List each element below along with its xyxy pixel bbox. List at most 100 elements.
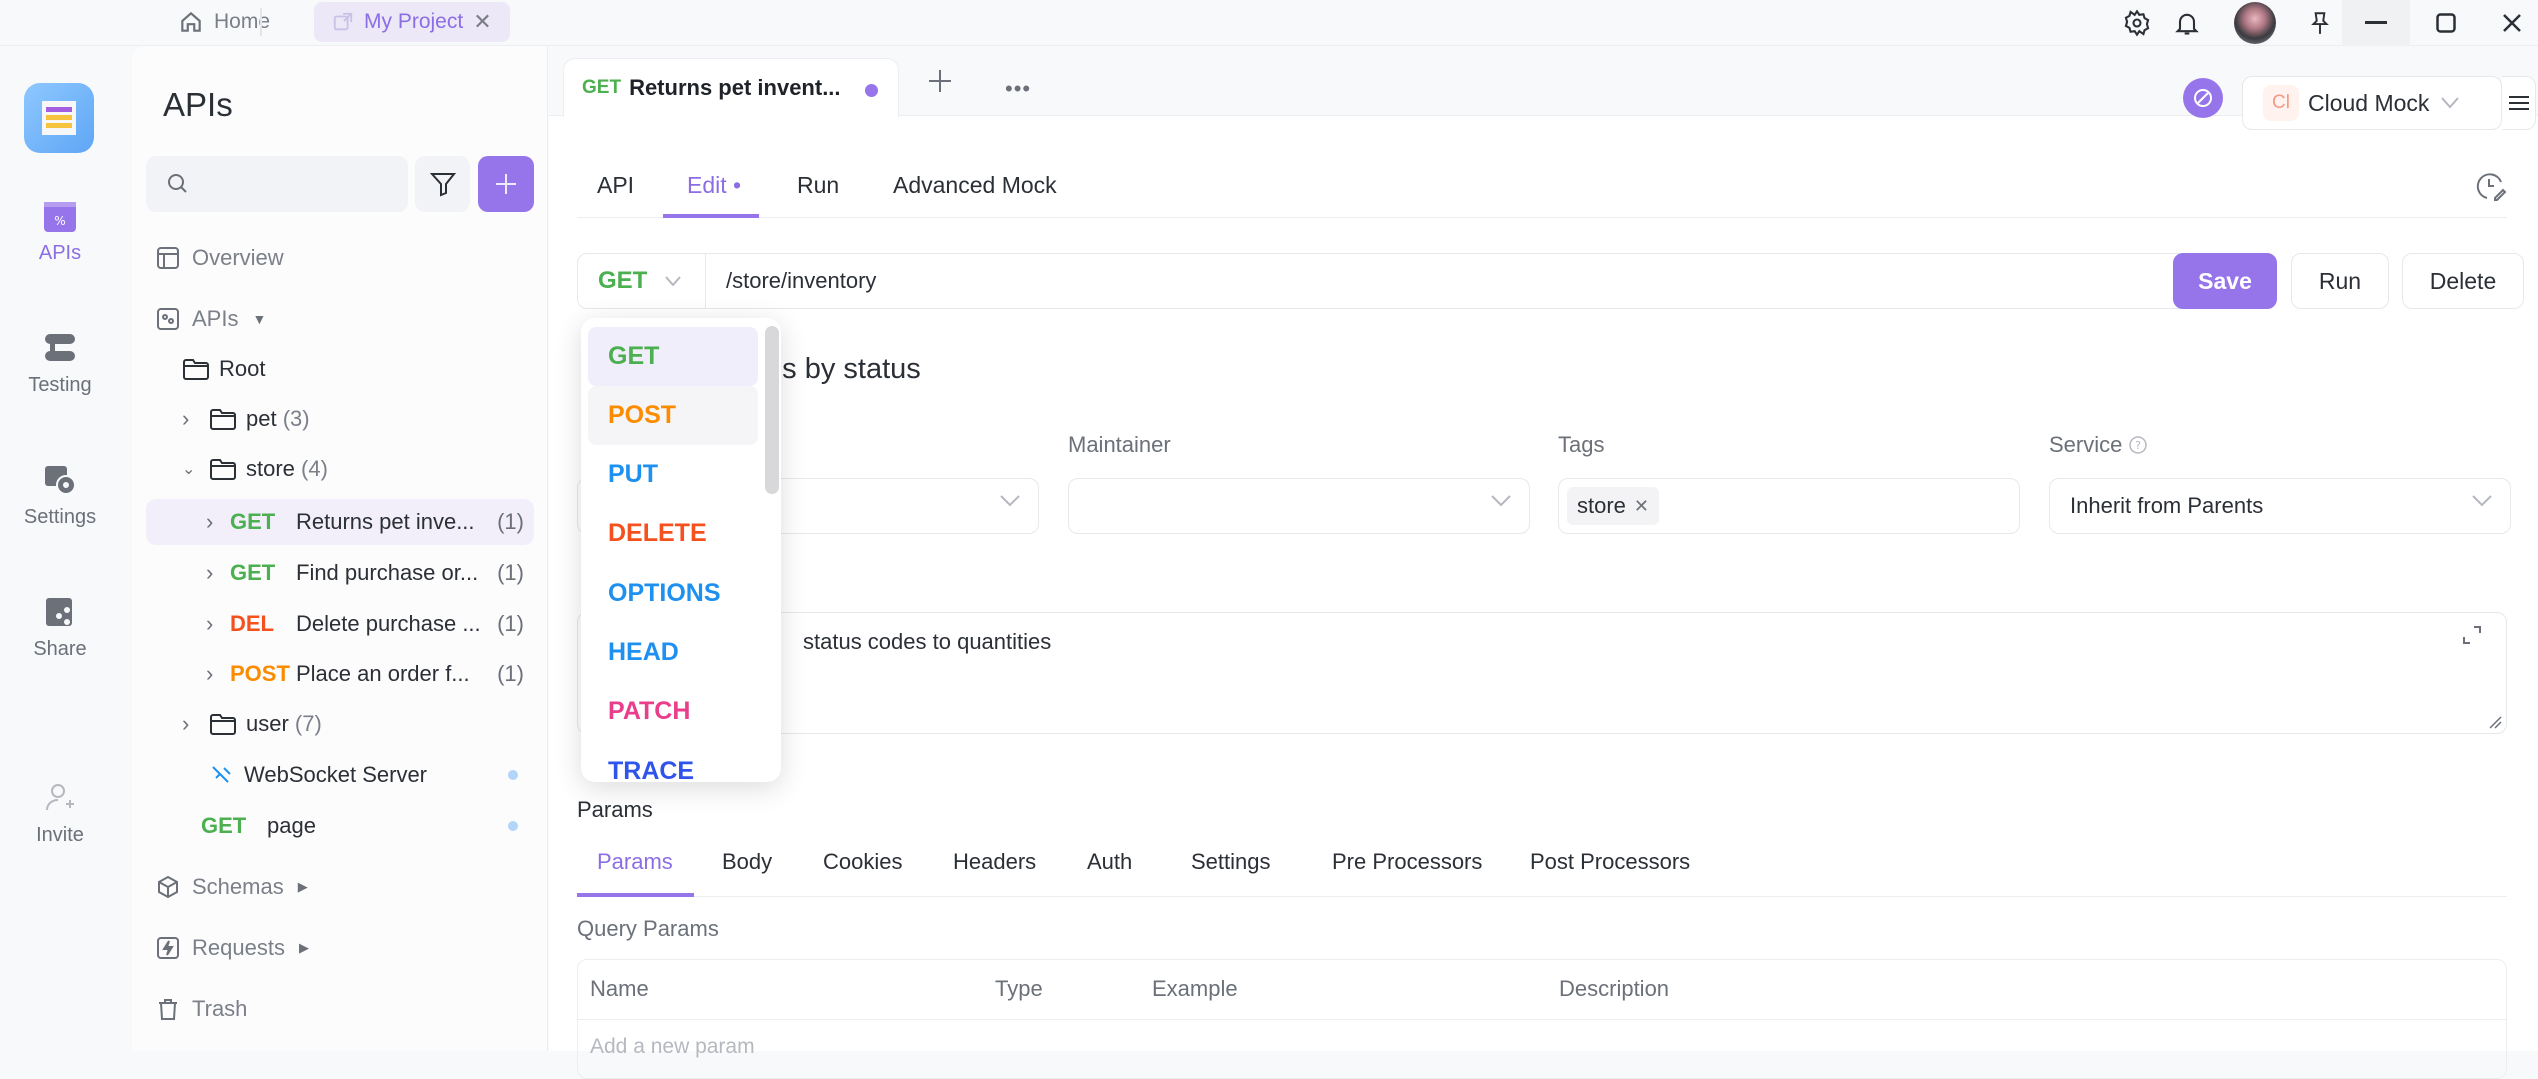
chevron-right-icon[interactable]: › <box>206 661 230 687</box>
rail-item-settings[interactable]: Settings <box>0 464 120 529</box>
chevron-right-icon[interactable]: › <box>206 509 230 535</box>
tree-item-overview[interactable]: Overview <box>146 235 534 281</box>
close-window-button[interactable] <box>2478 0 2538 46</box>
method-option-options[interactable]: OPTIONS <box>588 564 758 623</box>
rail-item-share[interactable]: Share <box>0 596 120 661</box>
method-option-put[interactable]: PUT <box>588 445 758 504</box>
websocket-label: WebSocket Server <box>244 762 428 787</box>
tree-item-trash[interactable]: Trash <box>146 986 534 1032</box>
url-input[interactable]: /store/inventory <box>706 268 876 294</box>
tree-item-schemas[interactable]: Schemas ▶ <box>146 864 534 910</box>
delete-button[interactable]: Delete <box>2402 253 2524 309</box>
tab-advanced-mock[interactable]: Advanced Mock <box>893 172 1057 199</box>
pin-icon[interactable] <box>2303 6 2337 40</box>
more-tabs-icon[interactable]: ••• <box>1005 76 1031 102</box>
service-select[interactable]: Inherit from Parents <box>2049 478 2511 534</box>
resize-handle[interactable] <box>2488 715 2502 729</box>
tree-item-websocket[interactable]: WebSocket Server <box>146 752 534 798</box>
document-tab[interactable]: GET Returns pet invent... <box>563 58 899 117</box>
rail-item-invite[interactable]: Invite <box>0 782 120 847</box>
filter-icon <box>429 171 456 197</box>
tab-my-project[interactable]: My Project ✕ <box>314 2 510 42</box>
tag-label: store <box>1577 493 1626 518</box>
tags-input[interactable]: store ✕ <box>1558 478 2020 534</box>
ptab-post-processors[interactable]: Post Processors <box>1530 849 1690 875</box>
tree-item-apis[interactable]: APIs ▼ <box>146 296 534 342</box>
method-option-trace[interactable]: TRACE <box>588 742 758 782</box>
endpoint-count: (1) <box>497 509 524 534</box>
method-option-patch[interactable]: PATCH <box>588 682 758 741</box>
tab-edit[interactable]: Edit • <box>687 172 741 199</box>
tree-item-requests[interactable]: Requests ▶ <box>146 925 534 971</box>
tree-endpoint[interactable]: › GET Find purchase or... (1) <box>146 550 534 596</box>
ptab-cookies[interactable]: Cookies <box>823 849 902 875</box>
search-input[interactable] <box>146 156 408 212</box>
tree-endpoint[interactable]: › GET Returns pet inve... (1) <box>146 499 534 545</box>
tree-folder-user[interactable]: › user (7) <box>146 701 534 747</box>
add-button[interactable] <box>478 156 534 212</box>
bell-icon[interactable] <box>2170 6 2204 40</box>
trash-icon <box>156 997 180 1021</box>
add-param-input[interactable]: Add a new param <box>590 1035 755 1059</box>
run-button[interactable]: Run <box>2291 253 2389 309</box>
chevron-right-icon[interactable]: › <box>206 560 230 586</box>
new-tab-button[interactable] <box>927 68 953 94</box>
tree-endpoint[interactable]: › POST Place an order f... (1) <box>146 651 534 697</box>
ptab-headers[interactable]: Headers <box>953 849 1036 875</box>
ptab-pre-processors[interactable]: Pre Processors <box>1332 849 1482 875</box>
tab-home[interactable]: Home <box>160 2 288 42</box>
close-tab-icon[interactable]: ✕ <box>473 9 491 35</box>
method-option-get[interactable]: GET <box>588 327 758 386</box>
method-badge: GET <box>201 813 247 838</box>
menu-button[interactable] <box>2502 76 2536 130</box>
chevron-down-icon[interactable]: ⌄ <box>182 459 210 479</box>
maximize-button[interactable] <box>2412 0 2480 46</box>
expand-icon[interactable] <box>2462 625 2482 645</box>
external-link-icon <box>332 11 354 33</box>
rail-item-testing[interactable]: Testing <box>0 332 120 397</box>
maintainer-select[interactable] <box>1068 478 1530 534</box>
method-option-delete[interactable]: DELETE <box>588 504 758 563</box>
rail-item-apis[interactable]: % APIs <box>0 202 120 265</box>
method-dropdown: GET POST PUT DELETE OPTIONS HEAD PATCH T… <box>581 318 781 782</box>
rail-item-apis-label: APIs <box>38 242 82 264</box>
tab-api[interactable]: API <box>597 172 634 199</box>
history-edit-icon[interactable] <box>2475 170 2507 202</box>
env-badge: Cl <box>2263 85 2299 121</box>
help-icon[interactable]: ? <box>2128 435 2148 455</box>
left-rail: % APIs Testing Settings Share Invite <box>0 46 130 1051</box>
lightning-icon <box>156 936 180 960</box>
description-textarea[interactable]: status codes to quantities <box>577 612 2507 734</box>
tree-item-root[interactable]: Root <box>146 346 534 392</box>
dropdown-scrollbar[interactable] <box>765 326 779 494</box>
chevron-right-icon[interactable]: › <box>182 711 210 737</box>
ptab-body[interactable]: Body <box>722 849 772 875</box>
tree-endpoint-page[interactable]: GET page <box>146 803 534 849</box>
chevron-down-icon <box>1000 495 1020 507</box>
chevron-right-icon[interactable]: › <box>206 611 230 637</box>
ptab-auth[interactable]: Auth <box>1087 849 1132 875</box>
tree-endpoint[interactable]: › DEL Delete purchase ... (1) <box>146 601 534 647</box>
chevron-right-icon[interactable]: › <box>182 406 210 432</box>
tab-run[interactable]: Run <box>797 172 839 199</box>
ptab-params[interactable]: Params <box>597 849 673 875</box>
sync-button[interactable] <box>2183 78 2223 118</box>
tree-folder-store[interactable]: ⌄ store (4) <box>146 446 534 492</box>
filter-button[interactable] <box>415 156 470 212</box>
tree-folder-pet[interactable]: › pet (3) <box>146 396 534 442</box>
caret-right-icon: ▶ <box>298 940 309 955</box>
minimize-button[interactable] <box>2342 0 2410 46</box>
chevron-down-icon <box>1491 495 1511 507</box>
remove-tag-icon[interactable]: ✕ <box>1634 496 1649 517</box>
ptab-settings[interactable]: Settings <box>1191 849 1271 875</box>
save-button[interactable]: Save <box>2173 253 2277 309</box>
method-select-value: GET <box>598 267 648 294</box>
gear-icon[interactable] <box>2120 6 2154 40</box>
method-option-head[interactable]: HEAD <box>588 623 758 682</box>
method-option-post[interactable]: POST <box>588 386 758 445</box>
method-select[interactable]: GET <box>578 254 706 308</box>
testing-icon <box>44 332 76 364</box>
environment-select[interactable]: Cl Cloud Mock <box>2242 76 2502 130</box>
avatar[interactable] <box>2234 2 2276 44</box>
settings-icon <box>44 464 76 496</box>
